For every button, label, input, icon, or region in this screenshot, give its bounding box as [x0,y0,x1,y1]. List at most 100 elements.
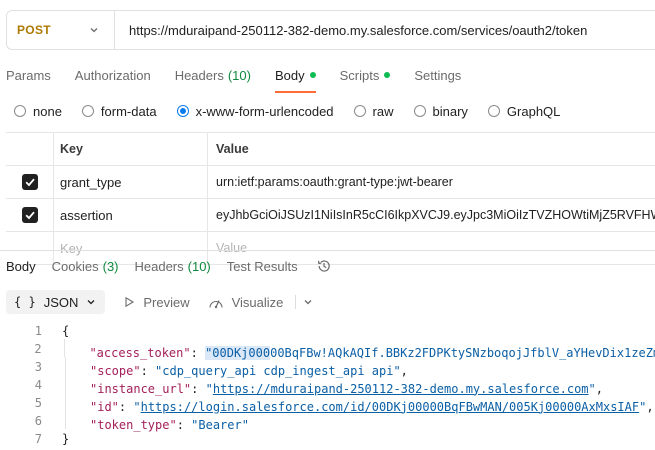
json-comma: , [646,399,654,414]
tab-params[interactable]: Params [6,60,51,90]
tab-scripts[interactable]: Scripts [340,60,391,90]
checkbox-checked[interactable] [21,207,38,223]
tab-count-badge: (3) [102,258,119,274]
json-brace: { [62,324,70,338]
visualize-label: Visualize [231,294,284,310]
radio-label: none [33,103,62,119]
header-check-cell [6,133,54,165]
column-header-value: Value [216,142,249,156]
param-key-field[interactable]: assertion [54,199,208,231]
braces-icon: { } [14,295,36,309]
tab-label: Body [274,67,305,83]
line-number: 6 [34,414,42,428]
line-number: 7 [34,432,42,446]
line-number: 2 [34,342,42,356]
http-method-select[interactable]: POST [7,11,115,49]
code-line: 7 } [0,430,655,448]
line-number: 5 [34,396,42,410]
tab-count-badge: (10) [227,67,251,83]
radio-button[interactable] [487,105,500,117]
chevron-down-icon [87,300,95,305]
response-tab-cookies[interactable]: Cookies (3) [52,259,119,274]
radio-button[interactable] [81,105,94,117]
param-value-field[interactable]: eyJhbGciOiJSUzI1NiIsInR5cCI6IkpXVCJ9.eyJ… [208,199,655,231]
code-line: 1 { [0,322,655,340]
table-row: grant_type urn:ietf:params:oauth:grant-t… [6,166,655,199]
request-url-bar: POST https://mduraipand-250112-382-demo.… [6,10,655,50]
preview-button[interactable]: Preview [123,294,190,310]
checkbox-checked[interactable] [21,174,38,190]
preview-label: Preview [143,294,190,310]
line-number: 4 [34,378,42,392]
body-type-radio-group: none form-data x-www-form-urlencoded raw… [14,100,580,122]
response-tab-body[interactable]: Body [6,259,36,274]
format-select[interactable]: { } JSON [6,290,106,314]
radio-binary[interactable]: binary [413,103,468,119]
code-line: 4 "instance_url": "https://mduraipand-25… [0,374,655,396]
radio-none[interactable]: none [14,104,62,119]
response-toolbar: { } JSON Preview Visualize [6,289,314,315]
table-row: assertion eyJhbGciOiJSUzI1NiIsInR5cCI6Ik… [6,199,655,232]
json-string: "Bearer" [191,417,249,432]
tab-count-badge: (10) [187,258,211,274]
tab-authorization[interactable]: Authorization [75,60,151,90]
format-label: JSON [43,294,79,310]
tab-label: Body [6,258,36,274]
tab-label: Settings [414,67,462,83]
tab-body[interactable]: Body [274,60,316,93]
code-line: 6 "token_type": "Bearer" [0,410,655,432]
row-check-cell [6,166,54,198]
response-body-editor[interactable]: 1 { 2 "access_token": "00DKj00000BqFBw!A… [0,322,655,448]
request-tabs: Params Authorization Headers (10) Body Sc… [6,60,485,93]
tab-label: Test Results [226,258,298,274]
visualize-dropdown-button[interactable] [302,296,314,308]
tab-label: Scripts [339,67,380,83]
tab-label: Headers [134,258,184,274]
response-tab-headers[interactable]: Headers (10) [135,259,211,274]
tab-headers[interactable]: Headers (10) [175,60,251,90]
radio-form-data[interactable]: form-data [81,103,157,119]
chevron-down-icon [90,28,98,33]
radio-x-www-form-urlencoded[interactable]: x-www-form-urlencoded [176,103,334,119]
radio-label: x-www-form-urlencoded [195,103,334,119]
play-icon [125,296,135,308]
url-input[interactable]: https://mduraipand-250112-382-demo.my.sa… [115,23,587,38]
json-brace: } [62,432,70,446]
params-table: Key Value grant_type urn:ietf:params:oau… [6,132,655,265]
check-icon [25,211,35,220]
radio-button[interactable] [14,105,26,117]
json-colon: : [176,417,192,432]
chevron-down-icon [304,300,312,305]
tab-label: Params [6,67,51,83]
radio-button[interactable] [413,105,426,117]
radio-button-selected[interactable] [176,105,189,117]
param-value-field[interactable]: urn:ietf:params:oauth:grant-type:jwt-bea… [208,166,655,198]
response-tabs: Body Cookies (3) Headers (10) Test Results [6,253,332,279]
pane-divider[interactable] [0,250,655,251]
tab-label: Headers [174,67,224,83]
visualize-icon [209,300,223,309]
radio-graphql[interactable]: GraphQL [487,103,561,119]
http-method-label: POST [17,23,51,37]
json-key: "token_type" [90,417,177,432]
column-header-key: Key [54,133,208,165]
line-number: 1 [34,324,42,338]
radio-raw[interactable]: raw [353,104,394,119]
radio-label: GraphQL [506,103,561,119]
radio-label: form-data [100,103,157,119]
response-tab-test-results[interactable]: Test Results [227,259,298,274]
line-number: 3 [34,360,42,374]
history-icon[interactable] [316,258,332,274]
table-header-row: Key Value [6,133,655,166]
radio-label: binary [432,103,468,119]
tab-label: Authorization [74,67,151,83]
code-line: 3 "scope": "cdp_query_api cdp_ingest_api… [0,356,655,378]
tab-settings[interactable]: Settings [414,60,461,90]
status-dot-icon [384,72,391,78]
tab-label: Cookies [51,258,99,274]
param-key-field[interactable]: grant_type [54,166,208,198]
radio-button[interactable] [353,105,366,117]
code-line: 2 "access_token": "00DKj00000BqFBw!AQkAQ… [0,338,655,360]
row-check-cell [6,199,54,231]
visualize-button[interactable]: Visualize [208,294,284,310]
